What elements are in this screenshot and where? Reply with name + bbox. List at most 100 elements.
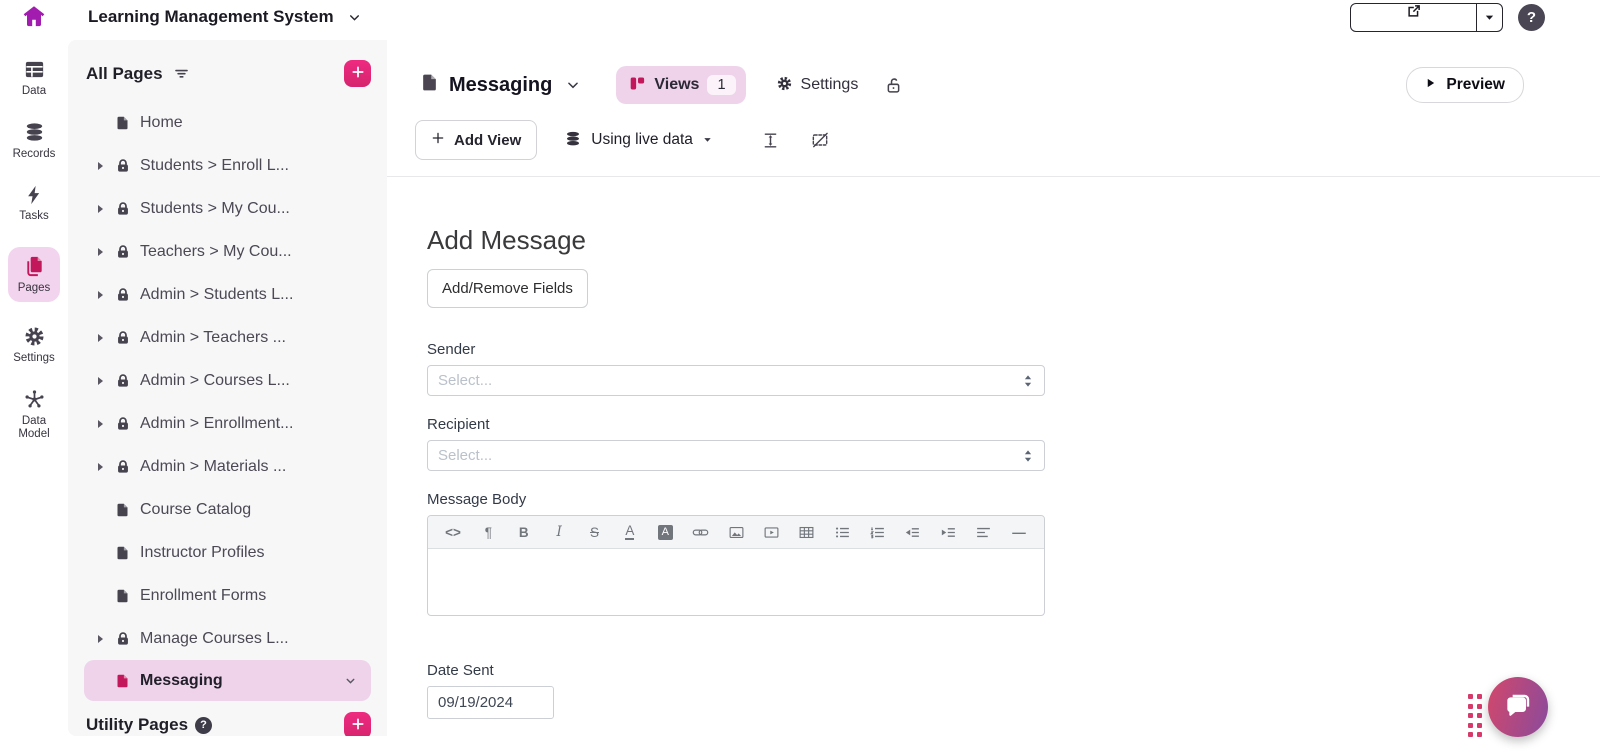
lock-icon	[114, 243, 131, 260]
go-to-live-app-button[interactable]: Go to Live App	[1351, 4, 1476, 31]
filter-icon[interactable]	[173, 65, 190, 82]
sidebar-page-item[interactable]: Home	[68, 101, 387, 144]
expand-chevron-icon[interactable]	[98, 334, 114, 342]
data-model-icon	[23, 388, 46, 411]
expand-chevron-icon[interactable]	[98, 291, 114, 299]
sidebar-page-item[interactable]: Course Catalog	[68, 488, 387, 531]
app-title: Learning Management System	[88, 7, 334, 27]
lock-icon	[114, 415, 131, 432]
row-height-icon[interactable]	[761, 131, 780, 150]
sidebar-item-tasks[interactable]: Tasks	[7, 184, 61, 223]
expand-chevron-icon[interactable]	[98, 205, 114, 213]
view-toolbar: Add View Using live data	[387, 104, 1600, 177]
utility-pages-title: Utility Pages	[86, 715, 188, 735]
home-button[interactable]	[22, 4, 46, 31]
background-color-button[interactable]: A	[654, 520, 676, 544]
page-title-chevron-icon[interactable]	[566, 78, 580, 92]
sidebar-page-item[interactable]: Students > My Cou...	[68, 187, 387, 230]
top-bar: Learning Management System Go to Live Ap…	[0, 0, 1600, 40]
table-icon[interactable]	[796, 520, 818, 544]
sidebar-item-pages[interactable]: Pages	[8, 247, 60, 302]
paragraph-button[interactable]: ¶	[477, 520, 499, 544]
date-sent-input[interactable]	[427, 686, 554, 719]
sidebar-page-item[interactable]: Teachers > My Cou...	[68, 230, 387, 273]
bullet-list-icon[interactable]	[831, 520, 853, 544]
sidebar-page-item[interactable]: Admin > Students L...	[68, 273, 387, 316]
add-utility-page-button[interactable]	[344, 712, 371, 737]
outdent-icon[interactable]	[902, 520, 924, 544]
data-source-toggle[interactable]: Using live data	[564, 130, 713, 151]
lock-icon	[114, 458, 131, 475]
database-icon	[564, 130, 582, 151]
sidebar-page-label: Admin > Students L...	[140, 286, 293, 304]
sidebar-page-item[interactable]: Admin > Enrollment...	[68, 402, 387, 445]
live-app-dropdown-toggle[interactable]	[1476, 4, 1502, 31]
sidebar-item-settings[interactable]: Settings	[7, 325, 61, 365]
sidebar-page-label: Admin > Materials ...	[140, 458, 286, 476]
tab-settings[interactable]: Settings	[776, 75, 859, 95]
expand-chevron-icon[interactable]	[98, 635, 114, 643]
page-icon	[420, 72, 439, 98]
sidebar-page-item[interactable]: Instructor Profiles	[68, 531, 387, 574]
horizontal-rule-button[interactable]: —	[1008, 520, 1030, 544]
add-page-button[interactable]	[344, 60, 371, 87]
sidebar-page-item[interactable]: Students > Enroll L...	[68, 144, 387, 187]
expand-chevron-icon[interactable]	[98, 248, 114, 256]
preview-button[interactable]: Preview	[1406, 67, 1524, 103]
indent-icon[interactable]	[937, 520, 959, 544]
recipient-select[interactable]: Select...	[427, 440, 1045, 471]
code-view-button[interactable]: <>	[442, 520, 464, 544]
chat-fab-button[interactable]	[1488, 677, 1548, 737]
chevron-down-icon[interactable]	[344, 674, 357, 687]
italic-button[interactable]: I	[548, 520, 570, 544]
recipient-label: Recipient	[427, 416, 1600, 433]
sidebar-page-item[interactable]: Messaging	[84, 660, 371, 701]
date-sent-label: Date Sent	[427, 662, 1600, 679]
editor-toolbar: <> ¶ B I S A A	[428, 516, 1044, 549]
align-icon[interactable]	[973, 520, 995, 544]
help-button[interactable]: ?	[1518, 4, 1545, 31]
sidebar-item-records[interactable]: Records	[7, 121, 61, 161]
lock-icon	[114, 329, 131, 346]
drag-handle-dots[interactable]	[1468, 694, 1483, 737]
sidebar-item-data-model[interactable]: Data Model	[7, 388, 61, 441]
bold-button[interactable]: B	[513, 520, 535, 544]
sidebar-page-item[interactable]: Manage Courses L...	[68, 617, 387, 660]
editor-content[interactable]	[428, 549, 1044, 615]
link-icon[interactable]	[690, 520, 712, 544]
add-remove-fields-button[interactable]: Add/Remove Fields	[427, 269, 588, 308]
utility-pages-row: Utility Pages ?	[68, 700, 387, 736]
sidebar-page-item[interactable]: Admin > Courses L...	[68, 359, 387, 402]
tab-views[interactable]: Views 1	[616, 66, 745, 104]
app-title-chevron-icon[interactable]	[348, 11, 361, 24]
sender-select[interactable]: Select...	[427, 365, 1045, 396]
gear-icon	[776, 75, 793, 95]
help-circle-icon[interactable]: ?	[195, 717, 212, 734]
sidebar-page-label: Manage Courses L...	[140, 630, 289, 648]
expand-chevron-icon[interactable]	[98, 420, 114, 428]
sidebar-page-item[interactable]: Admin > Materials ...	[68, 445, 387, 488]
expand-chevron-icon[interactable]	[98, 377, 114, 385]
video-icon[interactable]	[760, 520, 782, 544]
sidebar-page-item[interactable]: Admin > Teachers ...	[68, 316, 387, 359]
select-stepper-icon	[1022, 372, 1034, 390]
expand-chevron-icon[interactable]	[98, 162, 114, 170]
sidebar-page-label: Enrollment Forms	[140, 587, 266, 605]
image-icon[interactable]	[725, 520, 747, 544]
sidebar-page-item[interactable]: Enrollment Forms	[68, 574, 387, 617]
strikethrough-button[interactable]: S	[584, 520, 606, 544]
slashed-rectangle-icon[interactable]	[810, 130, 830, 150]
gear-icon	[23, 325, 46, 348]
sidebar-item-data[interactable]: Data	[7, 58, 61, 98]
external-link-icon	[1406, 4, 1421, 23]
numbered-list-icon[interactable]	[867, 520, 889, 544]
page-icon	[114, 114, 131, 131]
text-color-button[interactable]: A	[619, 520, 641, 544]
expand-chevron-icon[interactable]	[98, 463, 114, 471]
page-icon	[114, 672, 131, 689]
nav-rail: Data Records Tasks Pages	[0, 40, 68, 756]
table-icon	[23, 58, 46, 81]
add-view-button[interactable]: Add View	[415, 120, 537, 160]
plus-icon	[431, 131, 445, 149]
unlock-icon[interactable]	[884, 76, 903, 95]
